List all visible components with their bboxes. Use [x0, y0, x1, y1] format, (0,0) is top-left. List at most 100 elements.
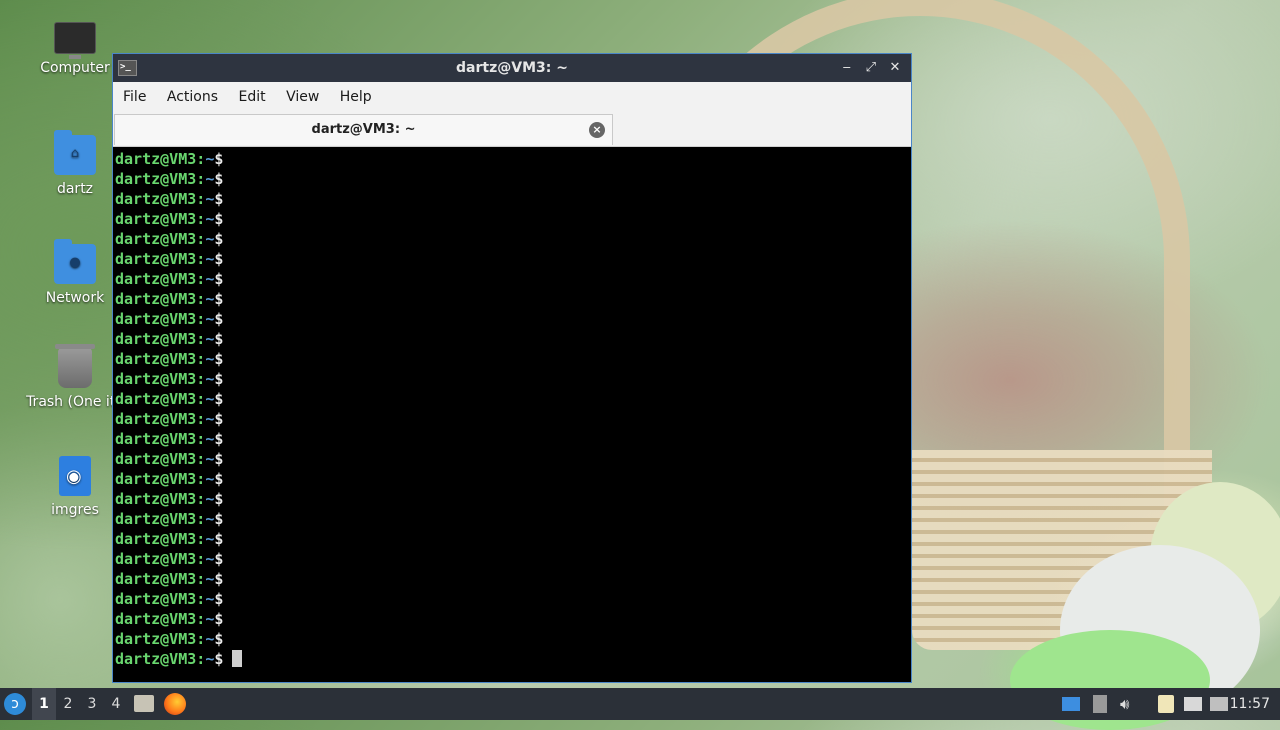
prompt-separator: : — [196, 250, 206, 268]
terminal-app-icon[interactable]: >_ — [118, 60, 137, 76]
prompt-symbol: $ — [214, 310, 224, 328]
battery-icon[interactable] — [1158, 695, 1174, 713]
menu-actions[interactable]: Actions — [159, 89, 226, 105]
prompt-path: ~ — [205, 430, 215, 448]
prompt-line: dartz@VM3:~$ — [115, 249, 911, 269]
prompt-user: dartz@VM3 — [115, 190, 197, 208]
clipboard-icon[interactable] — [1093, 695, 1107, 713]
workspace-1[interactable]: 1 — [32, 688, 56, 720]
prompt-symbol: $ — [214, 250, 224, 268]
prompt-symbol: $ — [214, 490, 224, 508]
prompt-path: ~ — [205, 510, 215, 528]
trash-icon — [55, 344, 95, 388]
prompt-path: ~ — [205, 610, 215, 628]
tab-close-icon[interactable]: × — [589, 122, 605, 138]
menu-file[interactable]: File — [115, 89, 154, 105]
prompt-user: dartz@VM3 — [115, 290, 197, 308]
notification-icon[interactable] — [1210, 697, 1228, 711]
tab-label: dartz@VM3: ~ — [311, 122, 416, 137]
prompt-separator: : — [196, 510, 206, 528]
prompt-symbol: $ — [214, 650, 224, 668]
prompt-separator: : — [196, 310, 206, 328]
tab-terminal[interactable]: dartz@VM3: ~ × — [114, 114, 613, 145]
prompt-user: dartz@VM3 — [115, 550, 197, 568]
prompt-path: ~ — [205, 170, 215, 188]
network-folder-icon: ● — [54, 239, 96, 284]
prompt-line: dartz@VM3:~$ — [115, 489, 911, 509]
title-bar[interactable]: >_ dartz@VM3: ~ ‒ ⤢ ✕ — [113, 54, 911, 82]
start-menu-icon[interactable]: ↄ — [4, 693, 26, 715]
terminal-output[interactable]: dartz@VM3:~$ dartz@VM3:~$ dartz@VM3:~$ dart… — [113, 147, 911, 669]
clock[interactable]: 11:57 — [1230, 688, 1270, 720]
prompt-separator: : — [196, 430, 206, 448]
workspace-2[interactable]: 2 — [56, 688, 80, 720]
prompt-separator: : — [196, 590, 206, 608]
maximize-button[interactable]: ⤢ — [861, 54, 881, 82]
close-button[interactable]: ✕ — [885, 54, 905, 82]
prompt-line: dartz@VM3:~$ — [115, 149, 911, 169]
prompt-line: dartz@VM3:~$ — [115, 409, 911, 429]
prompt-separator: : — [196, 370, 206, 388]
prompt-separator: : — [196, 490, 206, 508]
prompt-separator: : — [196, 190, 206, 208]
prompt-line: dartz@VM3:~$ — [115, 629, 911, 649]
prompt-symbol: $ — [214, 610, 224, 628]
menu-view[interactable]: View — [278, 89, 327, 105]
prompt-line: dartz@VM3:~$ — [115, 569, 911, 589]
prompt-line: dartz@VM3:~$ — [115, 389, 911, 409]
prompt-separator: : — [196, 270, 206, 288]
prompt-path: ~ — [205, 470, 215, 488]
window-title: dartz@VM3: ~ — [456, 60, 568, 76]
prompt-user: dartz@VM3 — [115, 630, 197, 648]
prompt-user: dartz@VM3 — [115, 650, 197, 668]
computer-icon — [54, 22, 96, 59]
desktop-icon-label: Computer — [40, 60, 110, 76]
prompt-separator: : — [196, 570, 206, 588]
prompt-line: dartz@VM3:~$ — [115, 549, 911, 569]
prompt-user: dartz@VM3 — [115, 170, 197, 188]
prompt-line: dartz@VM3:~$ — [115, 189, 911, 209]
prompt-line: dartz@VM3:~$ — [115, 269, 911, 289]
menu-edit[interactable]: Edit — [230, 89, 273, 105]
workspace-4[interactable]: 4 — [104, 688, 128, 720]
desktop-icon-network[interactable]: ● Network — [25, 239, 125, 306]
prompt-line: dartz@VM3:~$ — [115, 289, 911, 309]
prompt-symbol: $ — [214, 210, 224, 228]
tab-bar: dartz@VM3: ~ × — [113, 112, 911, 147]
desktop-icon-trash[interactable]: Trash (One ite — [25, 344, 125, 410]
prompt-user: dartz@VM3 — [115, 570, 197, 588]
prompt-symbol: $ — [214, 470, 224, 488]
terminal-window[interactable]: >_ dartz@VM3: ~ ‒ ⤢ ✕ File Actions Edit … — [112, 53, 912, 683]
prompt-path: ~ — [205, 210, 215, 228]
prompt-symbol: $ — [214, 510, 224, 528]
file-manager-icon[interactable] — [134, 695, 154, 712]
volume-icon[interactable]: 🔊︎ — [1120, 688, 1129, 720]
desktop-icon-computer[interactable]: Computer — [25, 18, 125, 76]
prompt-symbol: $ — [214, 290, 224, 308]
prompt-line: dartz@VM3:~$ — [115, 229, 911, 249]
menu-help[interactable]: Help — [332, 89, 380, 105]
minimize-button[interactable]: ‒ — [837, 54, 857, 82]
prompt-path: ~ — [205, 270, 215, 288]
prompt-separator: : — [196, 450, 206, 468]
window-icon[interactable] — [1062, 697, 1080, 711]
prompt-path: ~ — [205, 230, 215, 248]
workspace-3[interactable]: 3 — [80, 688, 104, 720]
prompt-user: dartz@VM3 — [115, 590, 197, 608]
terminal-cursor — [232, 650, 243, 667]
prompt-symbol: $ — [214, 410, 224, 428]
prompt-line: dartz@VM3:~$ — [115, 469, 911, 489]
prompt-line: dartz@VM3:~$ — [115, 509, 911, 529]
prompt-path: ~ — [205, 490, 215, 508]
prompt-separator: : — [196, 330, 206, 348]
prompt-line: dartz@VM3:~$ — [115, 169, 911, 189]
window-controls: ‒ ⤢ ✕ — [837, 54, 905, 82]
desktop-icon-imgres[interactable]: ◉ imgres — [25, 456, 125, 518]
firefox-icon[interactable] — [164, 693, 186, 715]
desktop-icon-dartz[interactable]: ⌂ dartz — [25, 130, 125, 197]
menu-bar: File Actions Edit View Help — [113, 82, 911, 112]
prompt-path: ~ — [205, 190, 215, 208]
prompt-symbol: $ — [214, 270, 224, 288]
display-icon[interactable] — [1184, 697, 1202, 711]
prompt-path: ~ — [205, 310, 215, 328]
